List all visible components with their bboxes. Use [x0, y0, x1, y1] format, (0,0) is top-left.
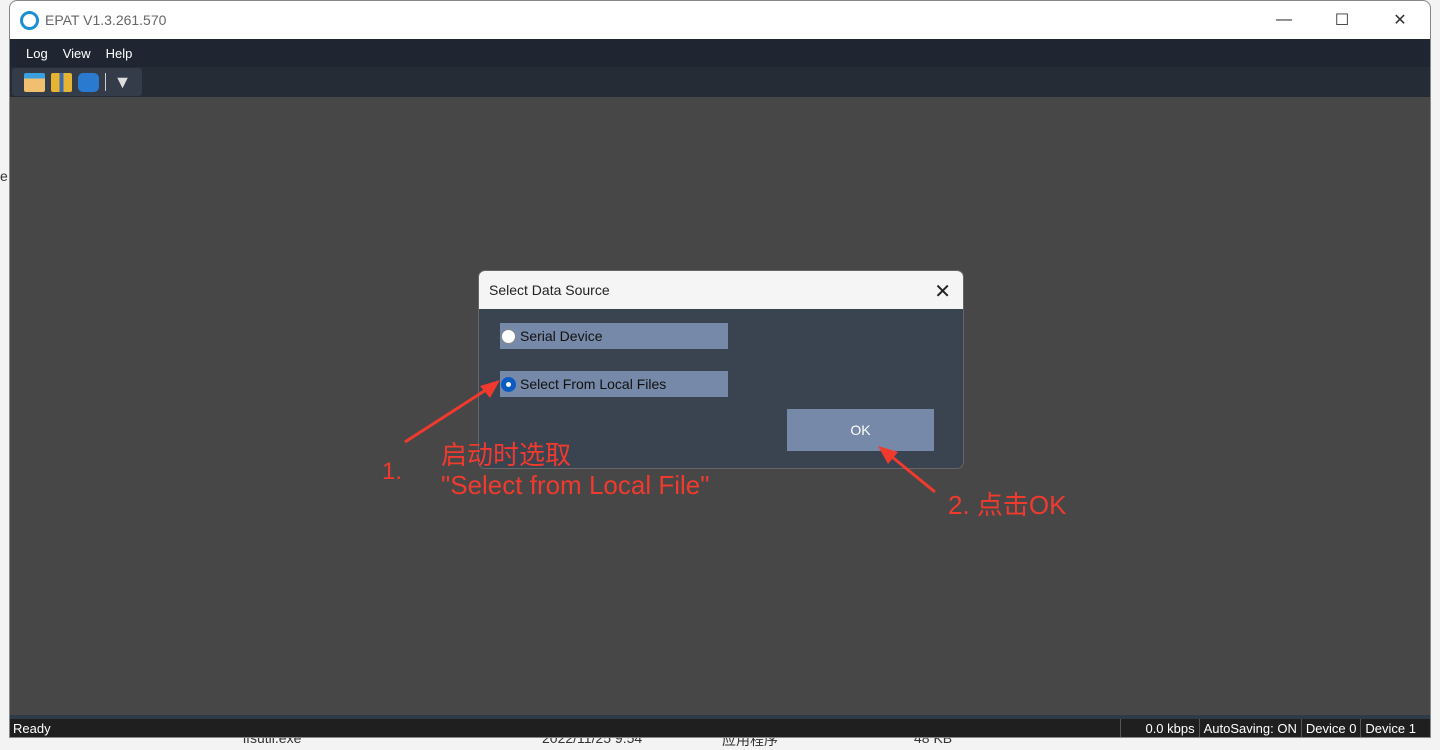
annotation-step1-number: 1.: [382, 458, 403, 485]
arrowhead-step1: [480, 380, 500, 398]
arrowhead-step2: [878, 446, 898, 464]
annotation-step1-line1: 启动时选取: [441, 440, 572, 470]
annotation-arrows: [404, 380, 936, 494]
annotation-step2: 2. 点击OK: [948, 490, 1067, 520]
arrow-step2: [885, 450, 936, 494]
annotation-step1-line2: "Select from Local File": [441, 470, 710, 500]
arrow-step1: [404, 384, 493, 444]
